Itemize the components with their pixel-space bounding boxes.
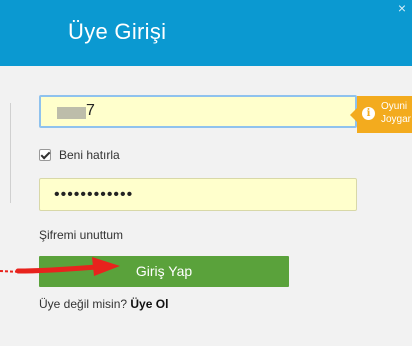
validation-tooltip: i Oyuni Joygar xyxy=(350,96,412,133)
modal-title: Üye Girişi xyxy=(68,19,167,44)
signup-row: Üye değil misin? Üye Ol xyxy=(39,297,168,311)
red-arrow-annotation xyxy=(0,257,120,276)
divider xyxy=(10,103,11,203)
password-mask: •••••••••••• xyxy=(54,186,134,203)
tooltip-text: Oyuni Joygar xyxy=(381,100,411,126)
remember-checkbox[interactable] xyxy=(39,149,51,161)
redacted-username-block xyxy=(57,107,86,119)
signup-prompt: Üye değil misin? xyxy=(39,297,128,311)
remember-label: Beni hatırla xyxy=(59,148,120,162)
tooltip-line-2: Joygar xyxy=(381,114,412,125)
tooltip-line-1: Oyuni xyxy=(381,101,408,112)
password-field[interactable]: •••••••••••• xyxy=(39,178,357,211)
signup-link[interactable]: Üye Ol xyxy=(130,297,168,311)
username-value: 7 xyxy=(86,102,95,119)
info-icon: i xyxy=(362,107,375,120)
close-icon[interactable]: × xyxy=(398,0,406,16)
modal-header: Üye Girişi × xyxy=(0,0,412,66)
forgot-password-link[interactable]: Şifremi unuttum xyxy=(39,228,123,242)
